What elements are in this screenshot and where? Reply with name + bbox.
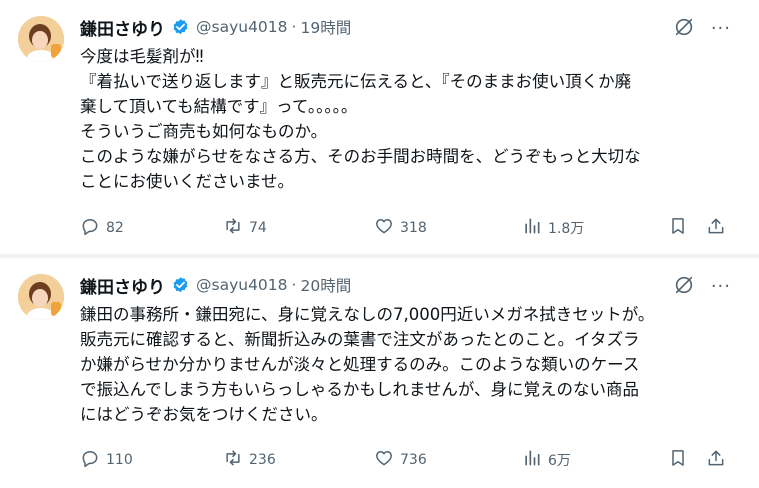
tweet-text: 鎌田の事務所・鎌田宛に、身に覚えなしの7,000円近いメガネ拭きセットが。 販売…: [80, 302, 745, 427]
verified-badge-icon: [171, 18, 190, 37]
repost-button[interactable]: 74: [223, 216, 267, 240]
tweet-header: 鎌田さゆり @sayu4018 · 20時間: [80, 272, 351, 298]
bookmark-icon: [668, 448, 688, 472]
repost-icon: [223, 216, 243, 240]
views-icon: [522, 448, 542, 472]
bookmark-button[interactable]: [668, 216, 688, 240]
repost-count: 74: [249, 220, 267, 236]
tweet-actions: 82 74 318 1.8万: [80, 216, 740, 240]
tweet-header: 鎌田さゆり @sayu4018 · 19時間: [80, 14, 351, 40]
like-icon: [374, 216, 394, 240]
author-handle[interactable]: @sayu4018: [196, 18, 288, 36]
tweet-text-line: 棄して頂いても結構です』って。。。。。: [80, 97, 358, 116]
like-icon: [374, 448, 394, 472]
tweet-text-line: 鎌田の事務所・鎌田宛に、身に覚えなしの7,000円近いメガネ拭きセットが。: [80, 305, 655, 324]
bookmark-icon: [668, 216, 688, 240]
share-button[interactable]: [706, 448, 726, 472]
reply-icon: [80, 448, 100, 472]
tweet-text-line: 『着払いで送り返します』と販売元に伝えると、『そのままお使い頂くか廃: [80, 72, 632, 91]
more-icon[interactable]: ···: [711, 20, 731, 38]
repost-icon: [223, 448, 243, 472]
share-icon: [706, 216, 726, 240]
tweet-actions: 110 236 736 6万: [80, 448, 740, 472]
share-button[interactable]: [706, 216, 726, 240]
reply-button[interactable]: 82: [80, 216, 124, 240]
reply-icon: [80, 216, 100, 240]
views-button[interactable]: 6万: [522, 448, 571, 472]
share-icon: [706, 448, 726, 472]
header-separator: ·: [291, 18, 297, 36]
views-count: 6万: [548, 453, 571, 469]
tweet[interactable]: 鎌田さゆり @sayu4018 · 20時間 ··· 鎌田の事務所・鎌田宛に、身: [0, 258, 759, 488]
tweet-text-line: このような嫌がらせをなさる方、そのお手間お時間を、どうぞもっと大切な: [80, 147, 641, 166]
reply-button[interactable]: 110: [80, 448, 133, 472]
grok-slash-icon[interactable]: [673, 274, 695, 300]
tweet-text-line: そういうご商売も如何なものか。: [80, 122, 328, 141]
tweet-text-line: 販売元に確認すると、新聞折込みの葉書で注文があったとのこと。イタズラ: [80, 330, 640, 349]
tweet-top-actions: ···: [673, 274, 731, 300]
tweet-text-line: 今度は毛髪剤が‼: [80, 47, 204, 66]
grok-slash-icon[interactable]: [673, 16, 695, 42]
views-icon: [522, 216, 542, 240]
tweet[interactable]: 鎌田さゆり @sayu4018 · 19時間 ··· 今度は毛髪剤が‼ 『着払い…: [0, 0, 759, 254]
like-button[interactable]: 318: [374, 216, 427, 240]
header-separator: ·: [291, 276, 297, 294]
tweet-text-line: か嫌がらせか分かりませんが淡々と処理するのみ。このような類いのケース: [80, 355, 640, 374]
avatar[interactable]: [18, 16, 64, 62]
more-icon[interactable]: ···: [711, 278, 731, 296]
tweet-timestamp[interactable]: 19時間: [300, 16, 351, 38]
like-count: 736: [400, 452, 427, 468]
tweet-timestamp[interactable]: 20時間: [300, 274, 351, 296]
tweet-text-line: で振込んでしまう方もいらっしゃるかもしれませんが、身に覚えのない商品: [80, 380, 640, 399]
reply-count: 110: [106, 452, 133, 468]
views-button[interactable]: 1.8万: [522, 216, 584, 240]
like-count: 318: [400, 220, 427, 236]
author-name[interactable]: 鎌田さゆり: [80, 15, 165, 40]
bookmark-button[interactable]: [668, 448, 688, 472]
tweet-text-line: にはどうぞお気をつけください。: [80, 405, 328, 424]
repost-button[interactable]: 236: [223, 448, 276, 472]
tweet-text-line: ことにお使いくださいませ。: [80, 172, 295, 191]
views-count: 1.8万: [548, 221, 585, 237]
verified-badge-icon: [171, 276, 190, 295]
like-button[interactable]: 736: [374, 448, 427, 472]
author-handle[interactable]: @sayu4018: [196, 276, 288, 294]
avatar[interactable]: [18, 274, 64, 320]
tweet-top-actions: ···: [673, 16, 731, 42]
reply-count: 82: [106, 220, 124, 236]
timeline-feed: 鎌田さゆり @sayu4018 · 19時間 ··· 今度は毛髪剤が‼ 『着払い…: [0, 0, 759, 488]
tweet-text: 今度は毛髪剤が‼ 『着払いで送り返します』と販売元に伝えると、『そのままお使い頂…: [80, 44, 745, 194]
author-name[interactable]: 鎌田さゆり: [80, 273, 165, 298]
repost-count: 236: [249, 452, 276, 468]
